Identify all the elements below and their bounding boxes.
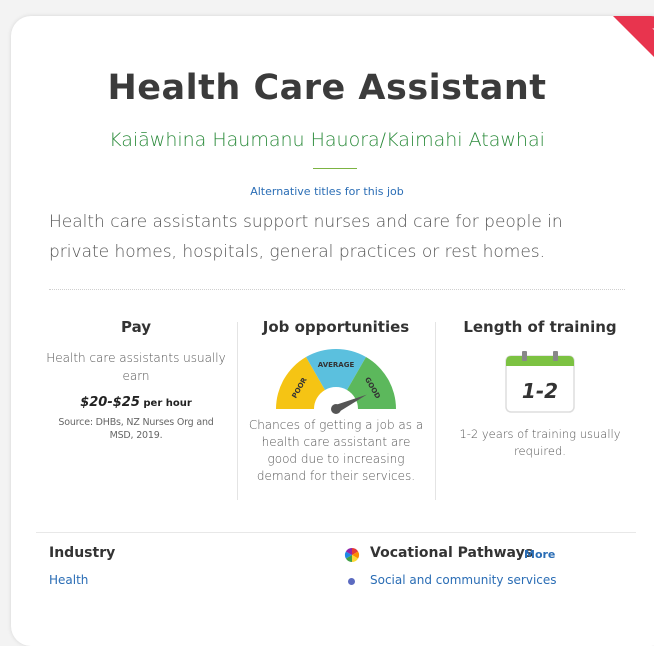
title-divider	[313, 168, 357, 169]
pay-amount: $20-$25	[80, 395, 140, 410]
job-opportunities-gauge-icon: POOR AVERAGE GOOD	[276, 349, 396, 414]
vocational-pathways-icon	[344, 547, 360, 563]
pay-source: Source: DHBs, NZ Nurses Org and MSD, 201…	[58, 417, 214, 441]
pay-range: $20-$25 per hour	[46, 395, 226, 410]
vocational-pathways-heading: Vocational Pathways	[370, 545, 534, 561]
page-title: Health Care Assistant	[107, 68, 547, 108]
industry-heading: Industry	[49, 545, 116, 561]
pay-heading: Pay	[120, 318, 152, 336]
pay-unit: per hour	[143, 398, 192, 409]
column-divider	[237, 322, 238, 500]
job-summary: Health care assistants support nurses an…	[49, 212, 563, 262]
section-divider	[49, 289, 625, 290]
job-opportunities-section: Job opportunities POOR AVERAGE GOOD Chan…	[246, 318, 426, 485]
gauge-average-label: AVERAGE	[318, 361, 355, 369]
alternative-titles-link[interactable]: Alternative titles for this job	[0, 185, 654, 198]
job-opportunities-heading: Job opportunities	[262, 318, 410, 336]
calendar-value: 1-2	[522, 379, 558, 403]
favourite-ribbon[interactable]	[613, 16, 654, 74]
pay-section: Pay Health care assistants usually earn …	[46, 318, 226, 442]
pathway-link-social-community[interactable]: Social and community services	[370, 573, 557, 587]
column-divider	[435, 322, 436, 500]
calendar-icon: 1-2	[505, 351, 575, 413]
vocational-pathways-more-link[interactable]: More	[524, 548, 555, 561]
training-description: 1-2 years of training usually required.	[459, 427, 621, 458]
maori-title: Kaiāwhina Haumanu Hauora/Kaimahi Atawhai	[109, 129, 545, 151]
pay-description: Health care assistants usually earn	[46, 351, 226, 383]
industry-link-health[interactable]: Health	[49, 573, 88, 587]
footer-divider	[36, 532, 636, 533]
training-heading: Length of training	[463, 318, 617, 336]
training-section: Length of training 1-2 1-2 years of trai…	[450, 318, 630, 460]
job-opportunities-description: Chances of getting a job as a health car…	[248, 418, 424, 483]
pathway-bullet-icon	[348, 578, 355, 585]
